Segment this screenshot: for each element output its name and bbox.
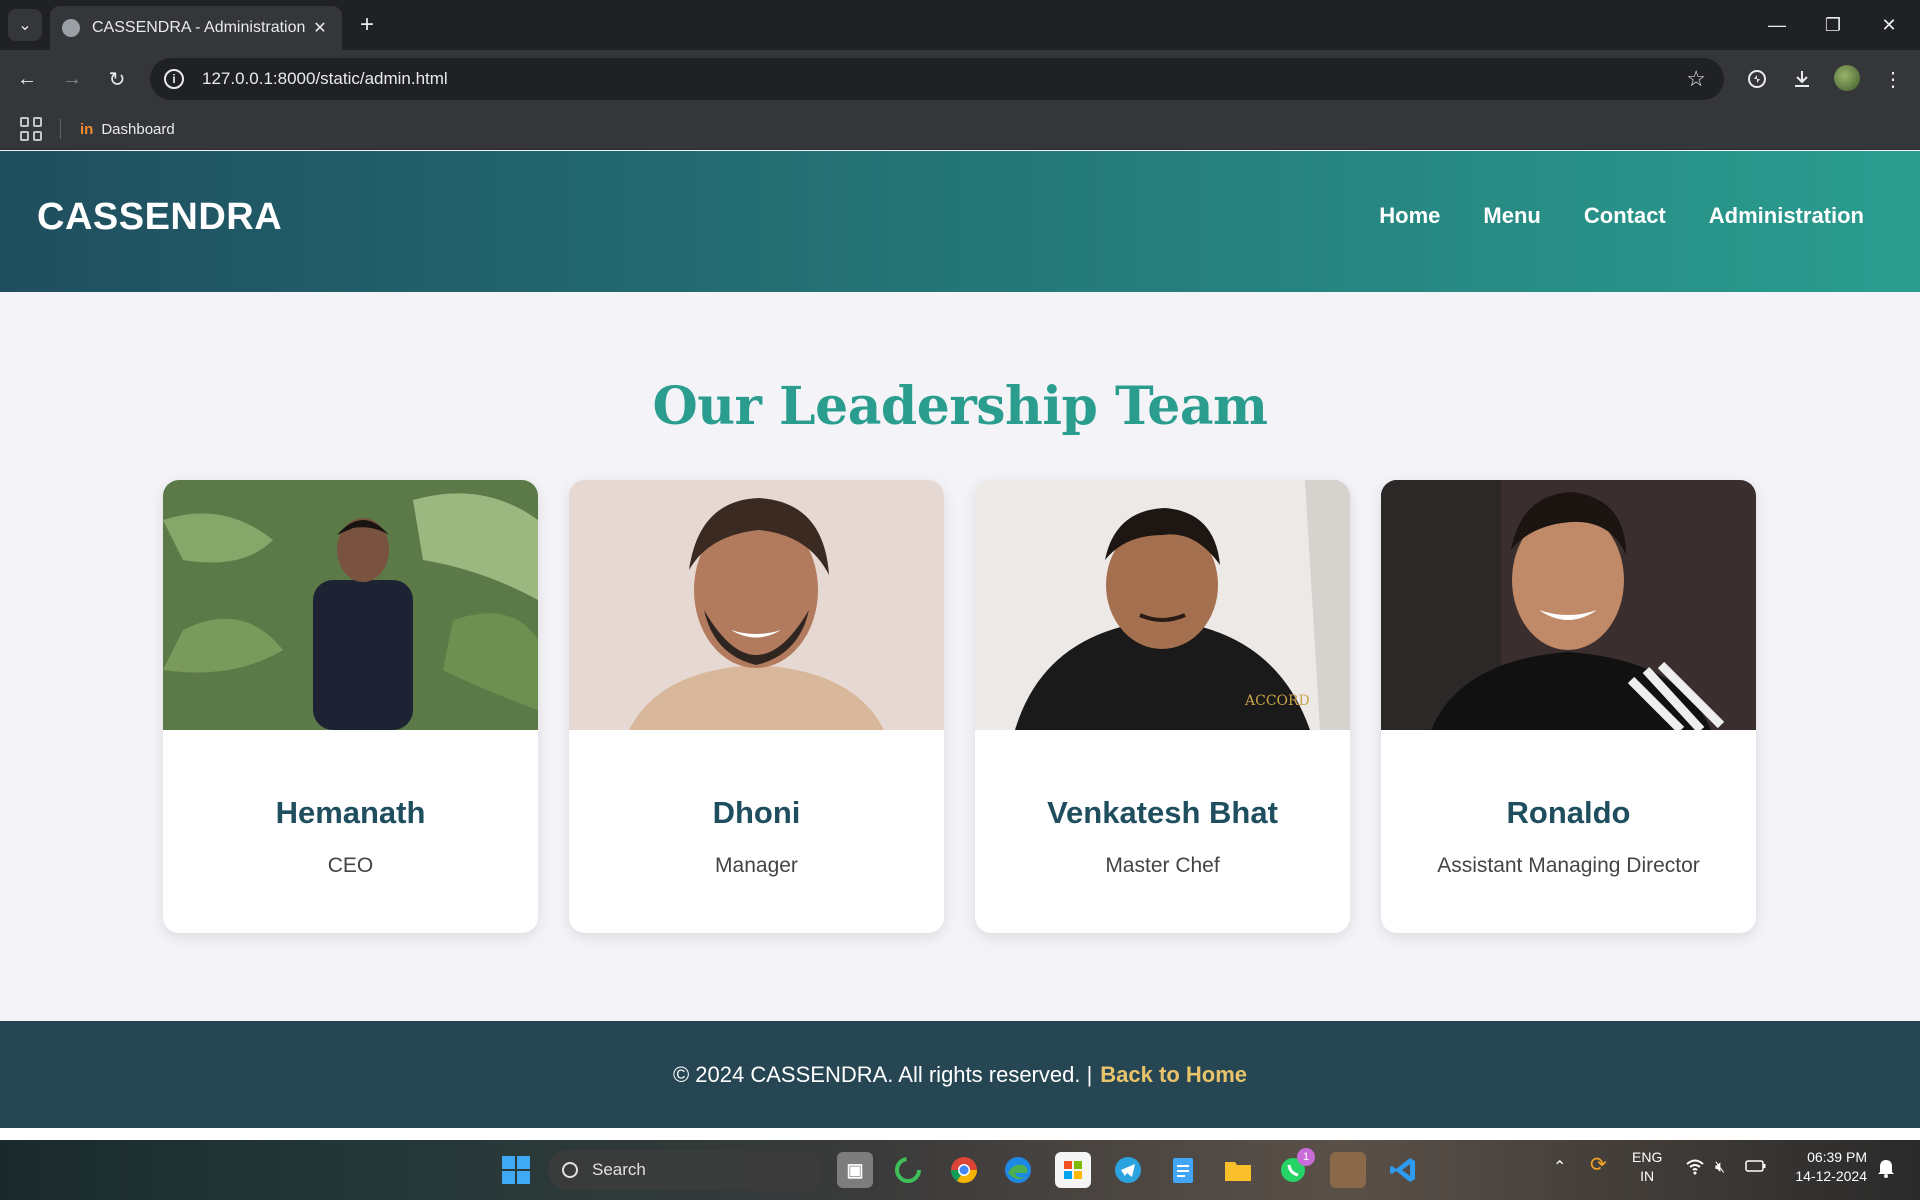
download-icon[interactable] [1786,63,1818,95]
web-page: CASSENDRA Home Menu Contact Administrati… [0,151,1920,1128]
page-bottom-strip [0,1128,1920,1140]
url-text: 127.0.0.1:8000/static/admin.html [202,69,448,88]
browser-toolbar: ← → ↻ i 127.0.0.1:8000/static/admin.html… [0,50,1920,108]
apps-grid-icon[interactable] [20,117,44,141]
region-code: IN [1640,1168,1655,1184]
notepad-icon[interactable] [1165,1152,1201,1188]
back-button[interactable]: ← [11,63,43,95]
member-role: Master Chef [1105,854,1220,877]
team-card: Dhoni Manager [569,480,944,933]
team-photo: ACCORD [975,480,1350,730]
reload-button[interactable]: ↻ [101,63,133,95]
telegram-icon[interactable] [1110,1152,1146,1188]
file-explorer-icon[interactable] [1220,1152,1256,1188]
taskbar-search-label: Search [592,1160,646,1179]
new-tab-button[interactable]: + [352,10,382,40]
forward-button[interactable]: → [56,63,88,95]
globe-icon [62,19,80,37]
team-card: ACCORD Venkatesh Bhat Master Chef [975,480,1350,933]
member-name: Ronaldo [1506,795,1631,830]
clock-date: 14-12-2024 [1795,1168,1867,1184]
task-view-icon[interactable]: ▣ [837,1152,873,1188]
member-role: Manager [715,854,798,877]
close-tab-icon[interactable]: ✕ [310,18,330,38]
member-role: Assistant Managing Director [1437,854,1700,877]
language-indicator[interactable]: ENG IN [1632,1148,1662,1186]
close-window-button[interactable]: ✕ [1861,0,1917,50]
browser-tab-strip: ⌄ CASSENDRA - Administration ✕ + — ❐ ✕ [0,0,1920,50]
battery-icon[interactable] [1745,1158,1767,1179]
chrome-taskbar-icon[interactable] [946,1152,982,1188]
back-to-home-link[interactable]: Back to Home [1100,1062,1247,1088]
edge-icon[interactable] [1000,1152,1036,1188]
nav-contact[interactable]: Contact [1584,203,1666,229]
team-card: Ronaldo Assistant Managing Director [1381,480,1756,933]
language-code: ENG [1632,1149,1663,1165]
team-cards: Hemanath CEO Dhoni Manager ACCORD Venkat… [163,480,1757,933]
member-role: CEO [327,854,374,877]
main-nav: Home Menu Contact Administration [1379,203,1864,229]
bookmark-star-icon[interactable]: ☆ [1686,66,1706,92]
bookmark-divider [60,119,61,139]
bookmarks-bar: in Dashboard [0,108,1920,150]
minimize-button[interactable]: — [1749,0,1805,50]
team-card: Hemanath CEO [163,480,538,933]
site-logo[interactable]: CASSENDRA [37,196,282,239]
profile-avatar[interactable] [1834,65,1860,91]
volume-muted-icon[interactable]: 🔇︎ [1715,1158,1725,1177]
member-name: Venkatesh Bhat [1047,795,1278,830]
bookmark-label: Dashboard [101,120,175,138]
site-info-icon[interactable]: i [164,69,184,89]
clock-time: 06:39 PM [1807,1149,1867,1165]
clock[interactable]: 06:39 PM 14-12-2024 [1785,1148,1867,1186]
search-icon [562,1162,578,1178]
extensions-icon[interactable] [1741,63,1773,95]
address-bar[interactable]: i 127.0.0.1:8000/static/admin.html ☆ [150,58,1724,100]
restore-button[interactable]: ❐ [1805,0,1861,50]
section-title: Our Leadership Team [652,376,1268,437]
vscode-icon[interactable] [1385,1152,1421,1188]
nav-home[interactable]: Home [1379,203,1440,229]
nav-administration[interactable]: Administration [1709,203,1864,229]
wifi-icon[interactable] [1685,1158,1705,1181]
team-photo [163,480,538,730]
site-header: CASSENDRA Home Menu Contact Administrati… [0,151,1920,292]
browser-tab-active[interactable]: CASSENDRA - Administration ✕ [50,6,342,50]
notification-bell-icon[interactable] [1877,1158,1895,1182]
windows-start-icon[interactable] [502,1156,530,1184]
tray-chevron-icon[interactable]: ⌃ [1553,1158,1566,1177]
taskbar-search[interactable]: Search [548,1150,822,1190]
store-icon[interactable] [1055,1152,1091,1188]
team-photo [569,480,944,730]
tab-title: CASSENDRA - Administration [92,19,306,36]
nav-menu[interactable]: Menu [1483,203,1540,229]
progress-app-icon[interactable] [890,1152,926,1188]
photo-app-icon[interactable] [1330,1152,1366,1188]
site-footer: © 2024 CASSENDRA. All rights reserved. |… [0,1021,1920,1128]
chrome-menu-icon[interactable]: ⋮ [1877,63,1909,95]
team-photo [1381,480,1756,730]
whatsapp-badge: 1 [1297,1148,1315,1166]
bookmark-dashboard[interactable]: in Dashboard [80,116,175,142]
tab-search-button[interactable]: ⌄ [8,9,42,41]
member-name: Dhoni [712,795,801,830]
svg-text:ACCORD: ACCORD [1244,693,1310,709]
dashboard-logo-icon: in [80,120,94,138]
copyright-text: © 2024 CASSENDRA. All rights reserved. | [672,1061,1093,1087]
member-name: Hemanath [275,795,426,830]
sync-icon[interactable]: ⟳ [1590,1155,1607,1175]
